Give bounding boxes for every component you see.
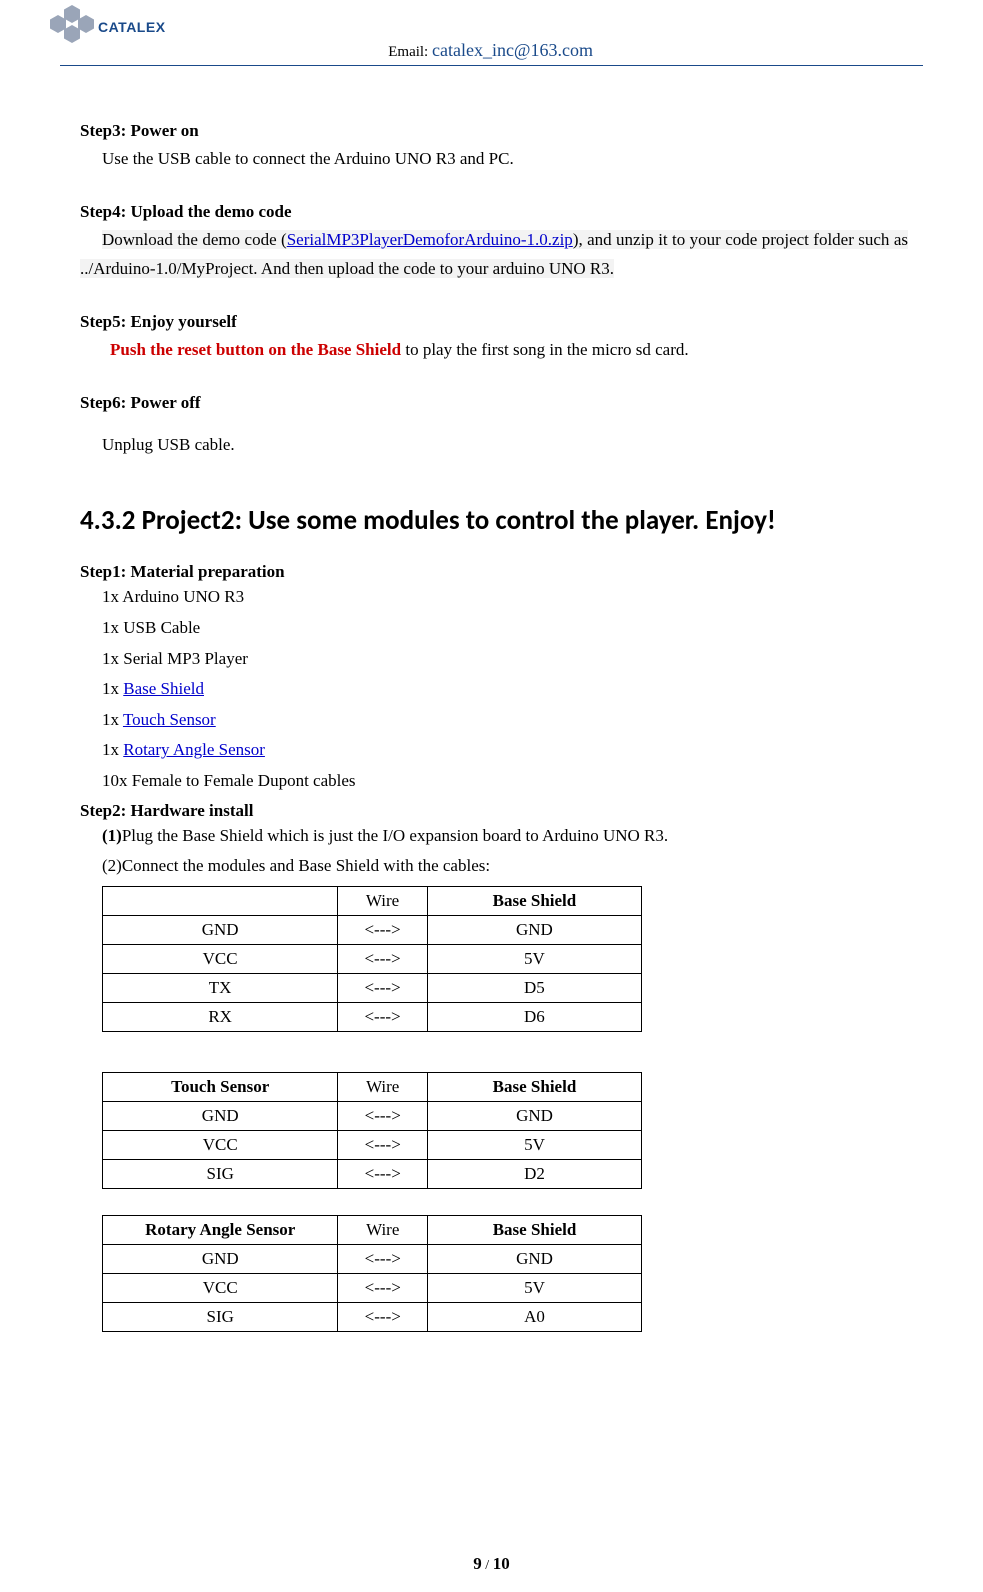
t1r0c1: <---> [338, 915, 428, 944]
step4-pre: Download the demo code ( [102, 230, 287, 249]
t1h1 [103, 886, 338, 915]
t3r0c2: GND [428, 1244, 642, 1273]
step5-red: Push the reset button on the Base Shield [110, 340, 401, 359]
section-heading: 4.3.2 Project2: Use some modules to cont… [80, 504, 908, 537]
step3-body: Use the USB cable to connect the Arduino… [80, 145, 908, 174]
mat-2: 1x USB Cable [80, 613, 908, 644]
t2r1c1: <---> [338, 1130, 428, 1159]
page-sep: / [482, 1558, 493, 1573]
page-header: CATALEX Email: catalex_inc@163.com [60, 0, 923, 66]
t3r0c1: <---> [338, 1244, 428, 1273]
t2r1c2: 5V [427, 1130, 641, 1159]
email-label: Email: [388, 44, 432, 60]
t1h2: Wire [338, 886, 428, 915]
t1h3: Base Shield [427, 886, 641, 915]
demo-code-link[interactable]: SerialMP3PlayerDemoforArduino-1.0.zip [287, 230, 573, 249]
p2step2-l2: (2)Connect the modules and Base Shield w… [80, 851, 908, 882]
touch-sensor-link[interactable]: Touch Sensor [123, 710, 216, 729]
step5-rest: to play the first song in the micro sd c… [401, 340, 689, 359]
mat-1: 1x Arduino UNO R3 [80, 582, 908, 613]
t2h1: Touch Sensor [103, 1072, 338, 1101]
t1r1c2: 5V [427, 944, 641, 973]
p2step2-l1b: (1) [102, 826, 122, 845]
brand-text: CATALEX [98, 19, 166, 35]
t3r2c0: SIG [103, 1302, 338, 1331]
t3h1: Rotary Angle Sensor [103, 1215, 338, 1244]
t2r1c0: VCC [103, 1130, 338, 1159]
mat-6: 1x Rotary Angle Sensor [80, 735, 908, 766]
t1r2c1: <---> [338, 973, 428, 1002]
t3r2c1: <---> [338, 1302, 428, 1331]
step5-title: Step5: Enjoy yourself [80, 312, 908, 332]
p2step2-title: Step2: Hardware install [80, 801, 908, 821]
t1r1c1: <---> [338, 944, 428, 973]
mat-6-pre: 1x [102, 740, 123, 759]
mat-4: 1x Base Shield [80, 674, 908, 705]
t2h3: Base Shield [427, 1072, 641, 1101]
p2step2-l1t: Plug the Base Shield which is just the I… [122, 826, 668, 845]
p2step2-l1: (1)Plug the Base Shield which is just th… [80, 821, 908, 852]
t1r3c2: D6 [427, 1002, 641, 1031]
t2r2c0: SIG [103, 1159, 338, 1188]
t1r3c1: <---> [338, 1002, 428, 1031]
mat-5-pre: 1x [102, 710, 123, 729]
t3h2: Wire [338, 1215, 428, 1244]
step4-body: Download the demo code (SerialMP3PlayerD… [80, 226, 908, 284]
step3-title: Step3: Power on [80, 121, 908, 141]
step4-title: Step4: Upload the demo code [80, 202, 908, 222]
t2r0c1: <---> [338, 1101, 428, 1130]
mat-7: 10x Female to Female Dupont cables [80, 766, 908, 797]
page-footer: 9 / 10 [0, 1554, 983, 1574]
wiring-table-3: Rotary Angle Sensor Wire Base Shield GND… [102, 1215, 642, 1332]
t3r1c2: 5V [428, 1273, 642, 1302]
wiring-table-2: Touch Sensor Wire Base Shield GND<--->GN… [102, 1072, 642, 1189]
t3r1c1: <---> [338, 1273, 428, 1302]
t3h3: Base Shield [428, 1215, 642, 1244]
t1r3c0: RX [103, 1002, 338, 1031]
base-shield-link[interactable]: Base Shield [123, 679, 204, 698]
t2r2c2: D2 [427, 1159, 641, 1188]
mat-4-pre: 1x [102, 679, 123, 698]
content: Step3: Power on Use the USB cable to con… [0, 66, 983, 1332]
t2r0c2: GND [427, 1101, 641, 1130]
t1r1c0: VCC [103, 944, 338, 973]
step6-title: Step6: Power off [80, 393, 908, 413]
mat-5: 1x Touch Sensor [80, 705, 908, 736]
t1r2c0: TX [103, 973, 338, 1002]
page: CATALEX Email: catalex_inc@163.com Step3… [0, 0, 983, 1592]
logo: CATALEX [50, 5, 166, 49]
rotary-sensor-link[interactable]: Rotary Angle Sensor [123, 740, 265, 759]
mat-3: 1x Serial MP3 Player [80, 644, 908, 675]
email-address[interactable]: catalex_inc@163.com [432, 40, 593, 60]
t2r0c0: GND [103, 1101, 338, 1130]
header-email: Email: catalex_inc@163.com [388, 40, 593, 61]
t2h2: Wire [338, 1072, 428, 1101]
logo-hex-icon [50, 5, 94, 49]
t3r1c0: VCC [103, 1273, 338, 1302]
page-current: 9 [473, 1554, 482, 1573]
step6-body: Unplug USB cable. [80, 431, 908, 460]
p2step1-title: Step1: Material preparation [80, 562, 908, 582]
wiring-table-1: Wire Base Shield GND<--->GND VCC<--->5V … [102, 886, 642, 1032]
t3r2c2: A0 [428, 1302, 642, 1331]
t3r0c0: GND [103, 1244, 338, 1273]
t1r0c2: GND [427, 915, 641, 944]
step5-body: Push the reset button on the Base Shield… [80, 336, 908, 365]
t2r2c1: <---> [338, 1159, 428, 1188]
t1r2c2: D5 [427, 973, 641, 1002]
page-total: 10 [493, 1554, 510, 1573]
t1r0c0: GND [103, 915, 338, 944]
